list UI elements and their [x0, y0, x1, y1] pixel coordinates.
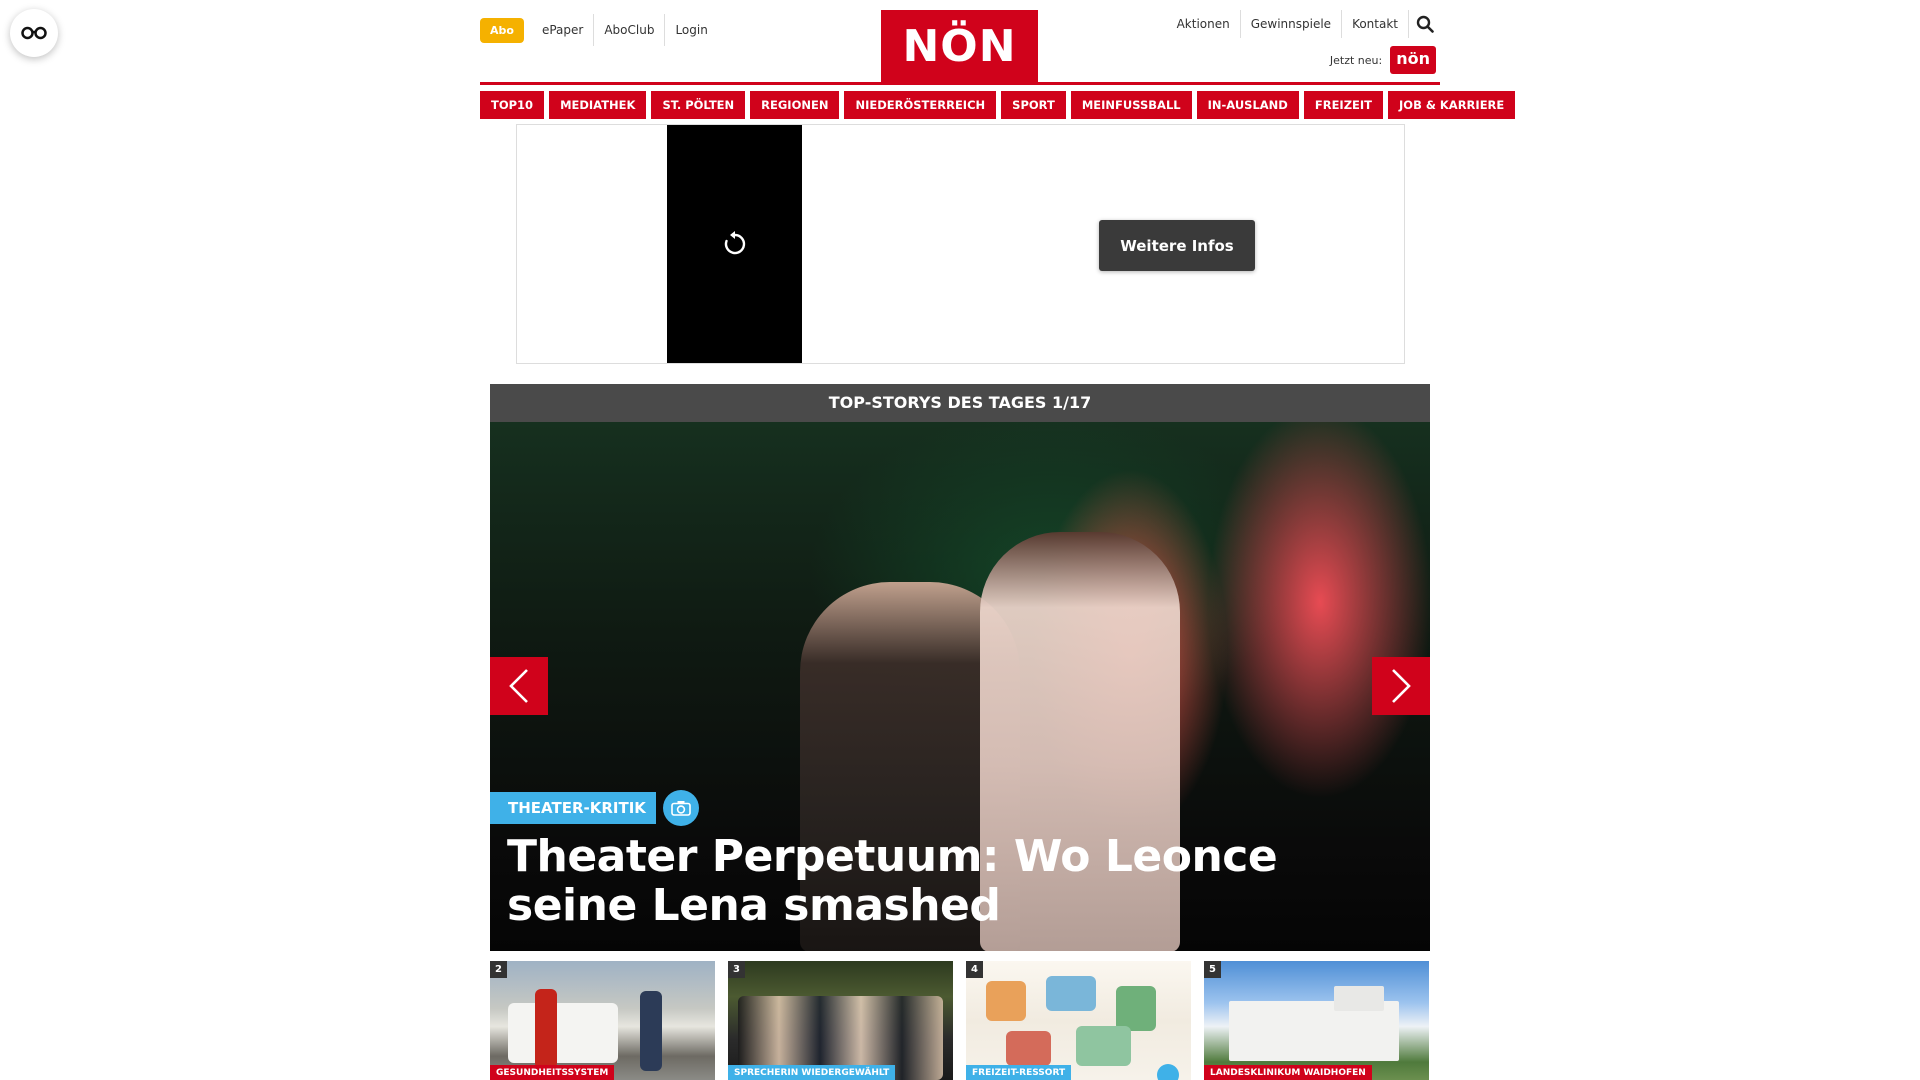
- thumbnail-number: 5: [1204, 961, 1221, 978]
- thumbnail-number: 4: [966, 961, 983, 978]
- thumbnail-photo-detail: [1076, 1026, 1131, 1066]
- thumbnail-photo-detail: [1334, 986, 1384, 1011]
- thumbnail-photo-detail: [1116, 986, 1156, 1031]
- story-thumbnail[interactable]: 5 LANDESKLINIKUM WAIDHOFEN: [1204, 961, 1429, 1080]
- nav-item-st-poelten[interactable]: ST. PÖLTEN: [651, 91, 746, 119]
- thumbnail-category: LANDESKLINIKUM WAIDHOFEN: [1204, 1065, 1372, 1080]
- story-thumbnail[interactable]: 3 SPRECHERIN WIEDERGEWÄHLT: [728, 961, 953, 1080]
- nav-item-freizeit[interactable]: FREIZEIT: [1303, 91, 1384, 119]
- thumbnail-photo-detail: [1006, 1031, 1051, 1066]
- jetzt-neu-promo: Jetzt neu: nön: [1330, 46, 1436, 74]
- nav-item-meinfussball[interactable]: MEINFUSSBALL: [1070, 91, 1192, 119]
- thumbnail-category: GESUNDHEITSSYSTEM: [490, 1065, 615, 1080]
- nav-item-niederoesterreich[interactable]: NIEDERÖSTERREICH: [844, 91, 997, 119]
- aktionen-link[interactable]: Aktionen: [1167, 10, 1240, 38]
- thumbnail-photo-detail: [1046, 976, 1096, 1011]
- slider-header: TOP-STORYS DES TAGES 1/17: [490, 384, 1430, 422]
- story-thumbnail[interactable]: 4 FREIZEIT-RESSORT: [966, 961, 1191, 1080]
- jetzt-neu-badge[interactable]: nön: [1390, 46, 1436, 74]
- slide-category-badge[interactable]: THEATER-KRITIK: [490, 792, 656, 824]
- jetzt-neu-label: Jetzt neu:: [1329, 53, 1383, 67]
- thumbnail-number: 2: [490, 961, 507, 978]
- thumbnail-category: SPRECHERIN WIEDERGEWÄHLT: [728, 1065, 896, 1080]
- replay-icon[interactable]: [721, 230, 749, 258]
- site-header: Abo ePaper AboClub Login NÖN Aktionen Ge…: [480, 0, 1440, 84]
- search-button[interactable]: [1408, 10, 1440, 38]
- main-navigation: TOP10 MEDIATHEK ST. PÖLTEN REGIONEN NIED…: [480, 91, 1516, 119]
- camera-icon: [671, 801, 691, 816]
- slide-headline[interactable]: Theater Perpetuum: Wo Leonce seine Lena …: [507, 832, 1407, 930]
- chevron-left-icon: [509, 669, 528, 703]
- story-thumbnails: 2 GESUNDHEITSSYSTEM 3 SPRECHERIN WIEDERG…: [490, 961, 1430, 1080]
- header-left-links: Abo ePaper AboClub Login: [480, 14, 718, 46]
- nav-item-mediathek[interactable]: MEDIATHEK: [549, 91, 647, 119]
- camera-icon: [1157, 1064, 1179, 1080]
- kontakt-link[interactable]: Kontakt: [1341, 10, 1408, 38]
- thumbnail-photo-detail: [640, 991, 662, 1071]
- aboclub-link[interactable]: AboClub: [593, 14, 664, 46]
- accessibility-button[interactable]: [10, 9, 58, 57]
- chevron-right-icon: [1392, 669, 1411, 703]
- ad-video[interactable]: [667, 125, 802, 363]
- login-link[interactable]: Login: [664, 14, 717, 46]
- header-divider: [480, 82, 1440, 85]
- glasses-icon: [21, 26, 47, 40]
- nav-item-in-ausland[interactable]: IN-AUSLAND: [1196, 91, 1299, 119]
- abo-button[interactable]: Abo: [480, 17, 524, 43]
- search-icon: [1416, 15, 1434, 33]
- nav-item-sport[interactable]: SPORT: [1001, 91, 1066, 119]
- story-thumbnail[interactable]: 2 GESUNDHEITSSYSTEM: [490, 961, 715, 1080]
- nav-item-job-karriere[interactable]: JOB & KARRIERE: [1388, 91, 1516, 119]
- thumbnail-photo-detail: [535, 989, 557, 1069]
- site-logo[interactable]: NÖN: [881, 10, 1038, 84]
- thumbnail-photo-detail: [986, 981, 1026, 1021]
- thumbnail-number: 3: [728, 961, 745, 978]
- thumbnail-category: FREIZEIT-RESSORT: [966, 1065, 1072, 1080]
- slider-prev-button[interactable]: [490, 657, 548, 715]
- epaper-link[interactable]: ePaper: [532, 14, 593, 46]
- header-right-links: Aktionen Gewinnspiele Kontakt: [1167, 10, 1440, 38]
- camera-badge: [663, 790, 699, 826]
- thumbnail-photo-detail: [508, 1003, 618, 1063]
- ad-banner: Weitere Infos: [516, 124, 1405, 364]
- weitere-infos-button[interactable]: Weitere Infos: [1099, 220, 1255, 271]
- slider-next-button[interactable]: [1372, 657, 1430, 715]
- gewinnspiele-link[interactable]: Gewinnspiele: [1239, 10, 1341, 38]
- nav-item-regionen[interactable]: REGIONEN: [750, 91, 840, 119]
- nav-item-top10[interactable]: TOP10: [480, 91, 545, 119]
